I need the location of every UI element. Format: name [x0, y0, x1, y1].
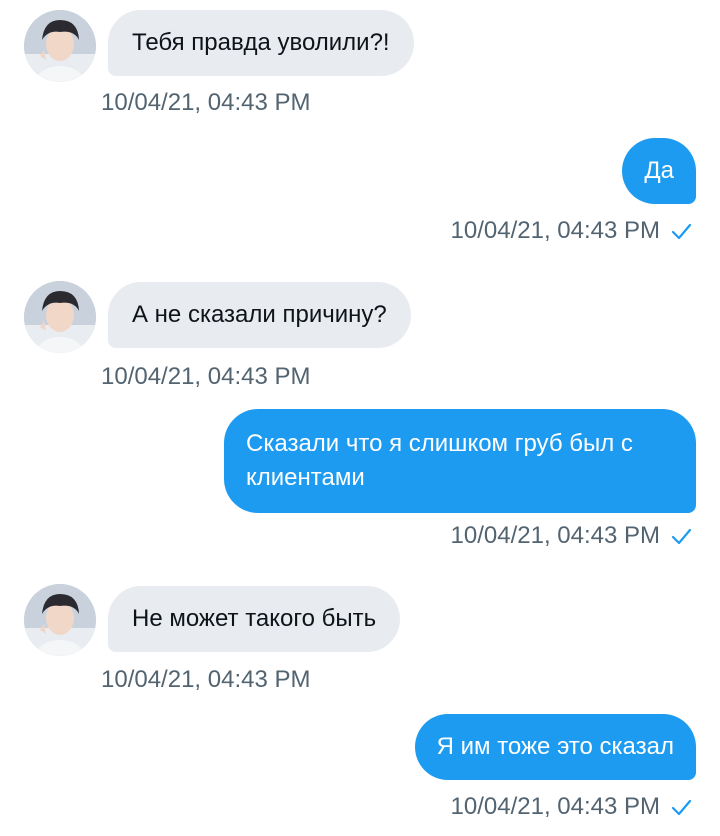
avatar[interactable] [24, 281, 96, 353]
timestamp-text: 10/04/21, 04:43 PM [450, 793, 660, 820]
message-bubble-incoming[interactable]: Не может такого быть [108, 586, 401, 652]
message-text: А не сказали причину? [132, 301, 387, 328]
check-icon [671, 799, 692, 816]
message-bubble-incoming[interactable]: А не сказали причину? [108, 282, 411, 348]
message-bubble-incoming[interactable]: Тебя правда уволили?! [108, 10, 414, 76]
timestamp-text: 10/04/21, 04:43 PM [450, 522, 660, 549]
message-text: Сказали что я слишком груб был с клиента… [246, 430, 633, 491]
check-icon [671, 528, 692, 545]
check-icon [671, 223, 692, 240]
message-timestamp: 10/04/21, 04:43 PM [451, 521, 692, 551]
message-bubble-outgoing[interactable]: Да [622, 138, 696, 204]
message-timestamp: 10/04/21, 04:43 PM [451, 216, 692, 246]
message-bubble-outgoing[interactable]: Я им тоже это сказал [414, 714, 696, 780]
message-timestamp: 10/04/21, 04:43 PM [101, 362, 310, 392]
message-text: Тебя правда уволили?! [132, 29, 390, 56]
message-text: Да [644, 157, 674, 184]
avatar[interactable] [24, 10, 96, 82]
timestamp-text: 10/04/21, 04:43 PM [101, 89, 311, 116]
message-timestamp: 10/04/21, 04:43 PM [101, 665, 310, 695]
message-bubble-outgoing[interactable]: Сказали что я слишком груб был с клиента… [224, 409, 696, 513]
message-text: Не может такого быть [132, 605, 377, 632]
avatar[interactable] [24, 584, 96, 656]
message-text: Я им тоже это сказал [436, 733, 674, 760]
timestamp-text: 10/04/21, 04:43 PM [101, 363, 311, 390]
message-timestamp: 10/04/21, 04:43 PM [101, 88, 310, 118]
timestamp-text: 10/04/21, 04:43 PM [101, 666, 311, 693]
timestamp-text: 10/04/21, 04:43 PM [450, 217, 660, 244]
message-timestamp: 10/04/21, 04:43 PM [451, 792, 692, 822]
